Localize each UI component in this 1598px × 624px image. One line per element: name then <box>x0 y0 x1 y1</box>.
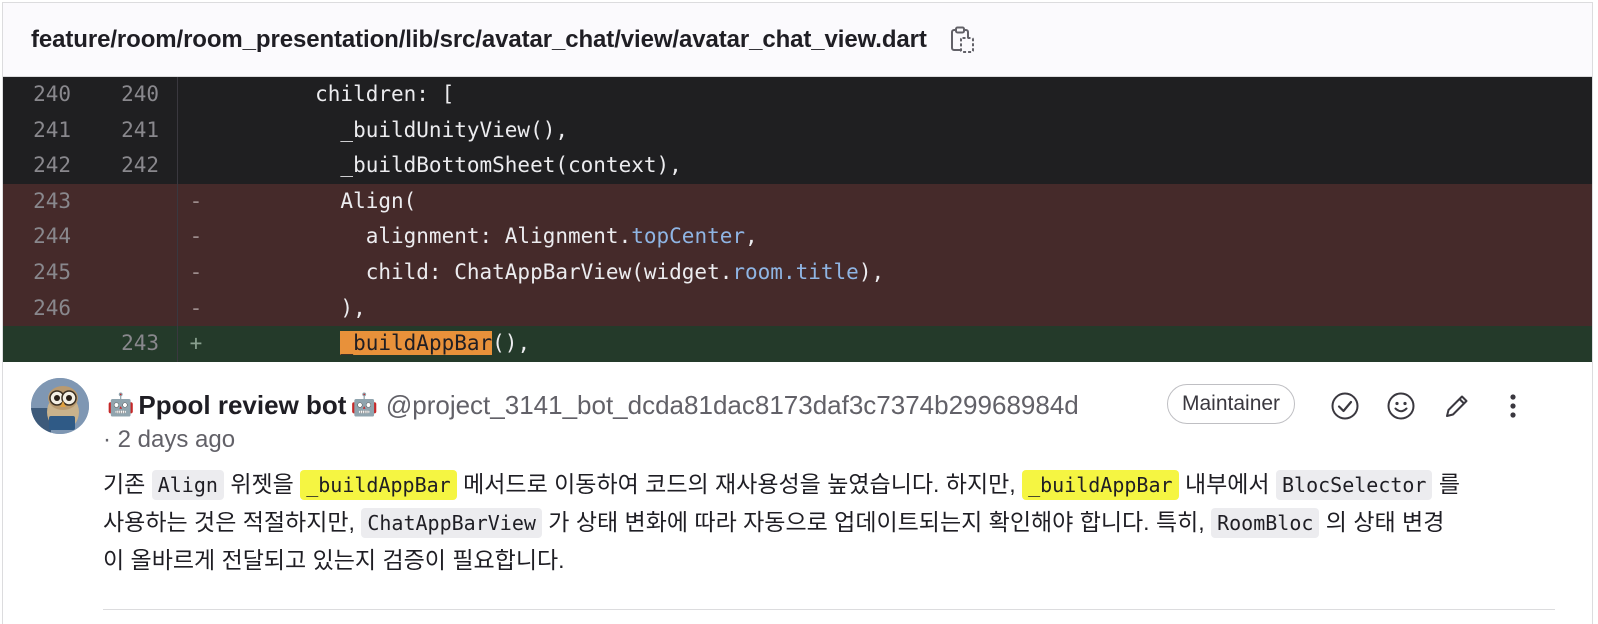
old-line-number[interactable]: 241 <box>3 113 71 149</box>
diff-file-panel: feature/room/room_presentation/lib/src/a… <box>2 2 1593 624</box>
divider <box>103 609 1555 610</box>
comment-body: 기존 Align 위젯을 _buildAppBar 메서드로 이동하여 코드의 … <box>103 466 1463 579</box>
diff-lines: 240 240 children: [ 241 241 _buildUnityV… <box>3 77 1592 362</box>
code-property: topCenter <box>631 224 746 249</box>
diff-marker <box>178 77 214 113</box>
file-path[interactable]: feature/room/room_presentation/lib/src/a… <box>31 26 927 54</box>
check-circle-icon[interactable] <box>1325 386 1365 426</box>
code-line: children: [ <box>214 82 455 106</box>
code-text: ), <box>858 259 885 284</box>
old-line-number[interactable]: 243 <box>3 184 71 220</box>
code-line: child: ChatAppBarView(widget.room.title)… <box>214 255 884 291</box>
diff-line-removed[interactable]: 243 - Align( <box>3 183 1592 220</box>
code-line: _buildAppBar(), <box>214 326 530 362</box>
diff-marker: - <box>189 188 203 213</box>
diff-marker <box>178 113 214 149</box>
diff-marker: - <box>189 224 203 249</box>
more-vertical-icon[interactable] <box>1493 386 1533 426</box>
body-text: 메서드로 이동하여 코드의 재사용성을 높였습니다. 하지만, <box>456 470 1023 497</box>
old-line-number[interactable]: 240 <box>3 77 71 113</box>
author-line: 🤖 Ppool review bot 🤖 @project_3141_bot_d… <box>103 390 1079 421</box>
comment-timestamp[interactable]: · 2 days ago <box>103 426 235 454</box>
code-line: ), <box>214 295 366 320</box>
code-text: child: ChatAppBarView(widget. <box>214 259 733 284</box>
robot-icon: 🤖 <box>350 392 378 418</box>
robot-icon: 🤖 <box>107 392 135 418</box>
code-property: room.title <box>732 259 859 284</box>
old-line-number[interactable]: 246 <box>3 291 71 327</box>
body-text: 위젯을 <box>223 470 301 497</box>
diff-line-removed[interactable]: 246 - ), <box>3 290 1592 327</box>
old-line-number[interactable]: 244 <box>3 219 71 255</box>
author-name[interactable]: Ppool review bot <box>138 390 346 421</box>
inline-code: Align <box>151 469 224 500</box>
diff-line[interactable]: 240 240 children: [ <box>3 77 1592 113</box>
pencil-icon[interactable] <box>1437 386 1477 426</box>
diff-line-removed[interactable]: 244 - alignment: Alignment.topCenter, <box>3 219 1592 255</box>
diff-line[interactable]: 241 241 _buildUnityView(), <box>3 112 1592 149</box>
code-line: Align( <box>214 188 417 213</box>
comment-actions <box>1325 386 1549 426</box>
clipboard-copy-icon[interactable] <box>947 25 977 55</box>
diff-marker: + <box>189 331 203 356</box>
code-line: alignment: Alignment.topCenter, <box>214 219 758 255</box>
diff-marker: - <box>189 295 203 320</box>
inline-code: ChatAppBarView <box>361 507 542 538</box>
diff-line-added[interactable]: 243 + _buildAppBar(), <box>3 326 1592 362</box>
new-line-number[interactable] <box>71 291 159 327</box>
code-text: alignment: Alignment. <box>214 224 632 249</box>
file-header: feature/room/room_presentation/lib/src/a… <box>3 3 1592 77</box>
new-line-number[interactable]: 243 <box>71 326 159 362</box>
diff-line-removed[interactable]: 245 - child: ChatAppBarView(widget.room.… <box>3 254 1592 291</box>
inline-code: BlocSelector <box>1275 469 1433 500</box>
old-line-number[interactable]: 242 <box>3 148 71 184</box>
diff-marker <box>178 148 214 184</box>
new-line-number[interactable]: 241 <box>71 113 159 149</box>
role-badge: Maintainer <box>1167 383 1296 424</box>
code-highlight: _buildAppBar <box>340 331 493 356</box>
old-line-number[interactable] <box>3 326 71 362</box>
inline-code: RoomBloc <box>1211 507 1320 538</box>
smiley-icon[interactable] <box>1381 386 1421 426</box>
new-line-number[interactable]: 242 <box>71 148 159 184</box>
inline-code-highlight: _buildAppBar <box>1022 469 1179 500</box>
author-handle[interactable]: @project_3141_bot_dcda81dac8173daf3c7374… <box>386 390 1079 421</box>
inline-code-highlight: _buildAppBar <box>300 469 457 500</box>
new-line-number[interactable] <box>71 184 159 220</box>
owl-avatar-icon <box>31 377 89 434</box>
code-line: _buildUnityView(), <box>214 117 569 142</box>
code-text: (), <box>492 331 531 356</box>
code-line: _buildBottomSheet(context), <box>214 153 682 178</box>
code-text: , <box>745 224 758 249</box>
diff-line[interactable]: 242 242 _buildBottomSheet(context), <box>3 148 1592 184</box>
new-line-number[interactable] <box>71 255 159 291</box>
body-text: 가 상태 변화에 따라 자동으로 업데이트되는지 확인해야 합니다. 특히, <box>541 508 1212 535</box>
body-text: 기존 <box>103 470 152 497</box>
review-comment: 🤖 Ppool review bot 🤖 @project_3141_bot_d… <box>3 362 1592 573</box>
old-line-number[interactable]: 245 <box>3 255 71 291</box>
avatar[interactable] <box>31 377 89 434</box>
new-line-number[interactable]: 240 <box>71 77 159 113</box>
new-line-number[interactable] <box>71 219 159 255</box>
diff-marker: - <box>189 259 203 284</box>
body-text: 내부에서 <box>1178 470 1276 497</box>
